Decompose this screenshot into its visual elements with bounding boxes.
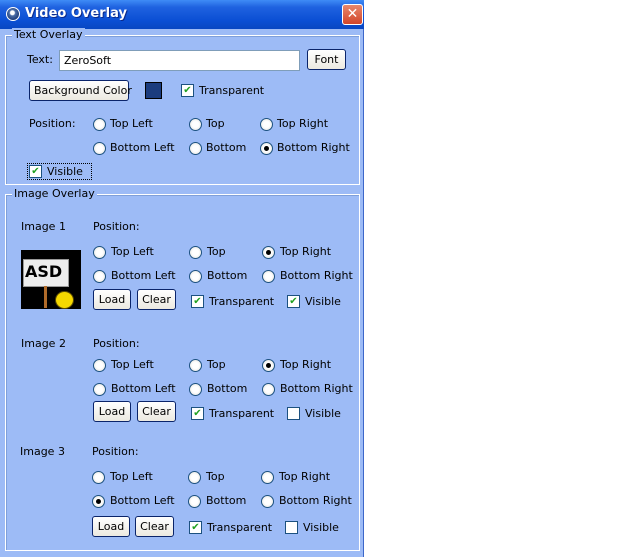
image-1-pos-radio[interactable] [262, 246, 275, 259]
image-pos-label: Bottom Left [111, 382, 176, 395]
background-color-button[interactable]: Background Color [29, 80, 132, 101]
image-2-pos-radio[interactable] [93, 359, 106, 372]
image-3-pos-radio[interactable] [261, 471, 274, 484]
title-bar[interactable]: Video Overlay ✕ [0, 0, 364, 29]
image-pos-label: Top [207, 358, 226, 371]
overlay-text-input[interactable]: ZeroSoft [59, 50, 300, 71]
image-3-transparent-label: Transparent [207, 521, 273, 534]
image-2-pos-radio[interactable] [189, 359, 202, 372]
image-1-pos-radio[interactable] [262, 270, 275, 283]
text-pos-label: Top Left [110, 117, 153, 130]
image-2-visible-label: Visible [305, 407, 341, 420]
image-2-transparent-checkbox[interactable]: ✔ [191, 407, 204, 420]
image-1-visible-checkbox[interactable]: ✔ [287, 295, 300, 308]
thumbnail-text: ASD [25, 262, 63, 281]
text-pos-radio[interactable] [189, 142, 202, 155]
image-3-clear-button[interactable]: Clear [135, 516, 174, 537]
image-2-transparent-label: Transparent [209, 407, 275, 420]
image-1-pos-radio[interactable] [93, 246, 106, 259]
image-pos-label: Bottom Left [111, 269, 176, 282]
image-3-transparent-checkbox[interactable]: ✔ [189, 521, 202, 534]
image-2-label: Image 2 [21, 337, 66, 350]
text-pos-label: Top Right [277, 117, 329, 130]
text-pos-radio[interactable] [260, 118, 273, 131]
image-pos-label: Top Right [280, 245, 332, 258]
text-pos-radio[interactable] [189, 118, 202, 131]
text-transparent-checkbox[interactable]: ✔ [181, 84, 194, 97]
image-1-thumbnail: ASD [21, 250, 81, 309]
close-button[interactable]: ✕ [342, 4, 363, 25]
text-overlay-legend: Text Overlay [12, 28, 85, 42]
font-button[interactable]: Font [307, 49, 346, 70]
image-3-load-button[interactable]: Load [92, 516, 130, 537]
image-3-pos-radio[interactable] [261, 495, 274, 508]
image-1-label: Image 1 [21, 220, 66, 233]
image-1-visible-label: Visible [305, 295, 341, 308]
image-pos-label: Top [207, 245, 226, 258]
text-transparent-label: Transparent [199, 84, 265, 97]
image-pos-label: Top Left [110, 470, 153, 483]
image-2-clear-button[interactable]: Clear [137, 401, 176, 422]
image-2-load-button[interactable]: Load [93, 401, 131, 422]
image-2-position-label: Position: [93, 337, 140, 350]
text-pos-radio[interactable] [93, 118, 106, 131]
image-pos-label: Bottom [207, 382, 248, 395]
text-label: Text: [27, 53, 53, 66]
image-pos-label: Bottom Left [110, 494, 175, 507]
text-pos-label: Bottom Right [277, 141, 350, 154]
image-1-transparent-label: Transparent [209, 295, 275, 308]
image-3-pos-radio[interactable] [188, 471, 201, 484]
image-2-visible-checkbox[interactable] [287, 407, 300, 420]
text-visible-checkbox[interactable]: ✔ [29, 165, 42, 178]
image-overlay-legend: Image Overlay [12, 187, 97, 201]
image-1-load-button[interactable]: Load [93, 289, 131, 310]
image-3-position-label: Position: [92, 445, 139, 458]
smiley-icon [55, 291, 74, 309]
image-pos-label: Bottom [206, 494, 247, 507]
window-title: Video Overlay [25, 6, 127, 21]
text-position-label: Position: [29, 117, 76, 130]
image-pos-label: Bottom [207, 269, 248, 282]
image-pos-label: Bottom Right [279, 494, 352, 507]
image-1-transparent-checkbox[interactable]: ✔ [191, 295, 204, 308]
image-1-pos-radio[interactable] [93, 270, 106, 283]
image-2-pos-radio[interactable] [189, 383, 202, 396]
image-3-visible-checkbox[interactable] [285, 521, 298, 534]
image-1-clear-button[interactable]: Clear [137, 289, 176, 310]
text-pos-radio[interactable] [260, 142, 273, 155]
background-color-swatch[interactable] [145, 82, 162, 99]
image-3-pos-radio[interactable] [92, 495, 105, 508]
text-pos-label: Bottom Left [110, 141, 175, 154]
image-3-pos-radio[interactable] [188, 495, 201, 508]
image-pos-label: Top Left [111, 358, 154, 371]
image-pos-label: Bottom Right [280, 269, 353, 282]
app-icon[interactable] [6, 7, 20, 21]
thumbnail-stick [44, 286, 47, 308]
image-pos-label: Top Right [280, 358, 332, 371]
image-3-visible-label: Visible [303, 521, 339, 534]
image-3-pos-radio[interactable] [92, 471, 105, 484]
text-pos-radio[interactable] [93, 142, 106, 155]
image-1-pos-radio[interactable] [189, 246, 202, 259]
text-visible-label: Visible [47, 165, 83, 178]
text-pos-label: Bottom [206, 141, 247, 154]
image-1-position-label: Position: [93, 220, 140, 233]
video-overlay-window: Video Overlay ✕ Text Overlay Text: ZeroS… [0, 0, 364, 557]
image-2-pos-radio[interactable] [93, 383, 106, 396]
image-1-pos-radio[interactable] [189, 270, 202, 283]
image-3-label: Image 3 [20, 445, 65, 458]
image-pos-label: Top Right [279, 470, 331, 483]
image-pos-label: Top [206, 470, 225, 483]
image-2-pos-radio[interactable] [262, 383, 275, 396]
image-pos-label: Top Left [111, 245, 154, 258]
text-pos-label: Top [206, 117, 225, 130]
image-pos-label: Bottom Right [280, 382, 353, 395]
image-2-pos-radio[interactable] [262, 359, 275, 372]
